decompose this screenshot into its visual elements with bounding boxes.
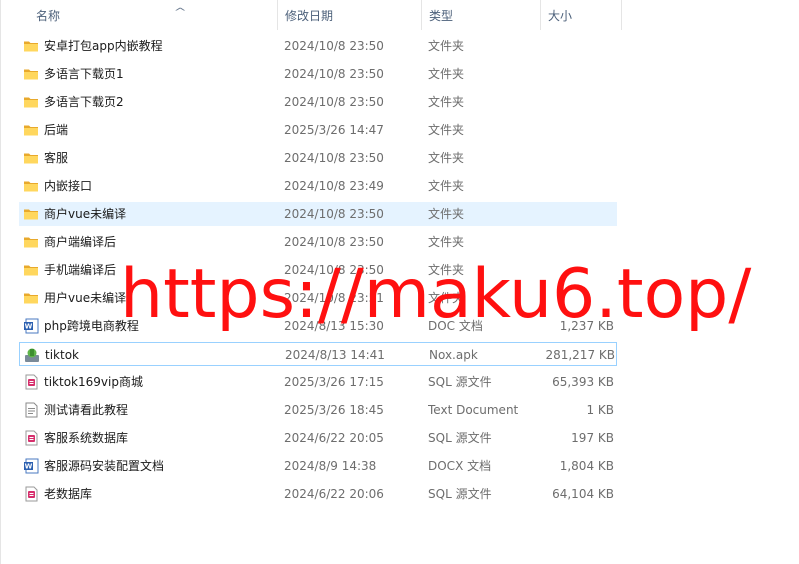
file-size: 65,393 KB <box>552 375 614 389</box>
file-row[interactable]: 手机端编译后 2024/10/8 23:50 文件夹 <box>19 258 617 282</box>
file-size: 64,104 KB <box>552 487 614 501</box>
file-modified-date: 2024/10/8 23:50 <box>284 151 384 165</box>
file-row[interactable]: 客服 2024/10/8 23:50 文件夹 <box>19 146 617 170</box>
folder-icon <box>23 66 39 82</box>
file-modified-date: 2024/10/8 23:50 <box>284 39 384 53</box>
column-header-type-label: 类型 <box>429 9 454 23</box>
file-modified-date: 2024/10/8 23:49 <box>284 179 384 193</box>
file-name: 客服 <box>44 151 69 165</box>
sql-file-icon <box>23 430 39 446</box>
file-size: 1,804 KB <box>559 459 614 473</box>
column-header-name[interactable]: 名称 ^ <box>28 0 278 30</box>
file-name: tiktok169vip商城 <box>44 375 143 389</box>
column-header-name-label: 名称 <box>36 9 61 23</box>
folder-icon <box>23 38 39 54</box>
column-header-bar: 名称 ^ 修改日期 类型 大小 <box>0 0 622 30</box>
file-name: php跨境电商教程 <box>44 319 139 333</box>
file-name: 手机端编译后 <box>44 263 117 277</box>
column-header-date[interactable]: 修改日期 <box>277 0 422 30</box>
file-name: 多语言下载页1 <box>44 67 124 81</box>
file-row[interactable]: W php跨境电商教程 2024/8/13 15:30 DOC 文档 1,237 KB <box>19 314 617 338</box>
file-modified-date: 2025/3/26 18:45 <box>284 403 384 417</box>
word-doc-icon: W <box>23 318 39 334</box>
folder-icon <box>23 150 39 166</box>
sql-file-icon <box>23 374 39 390</box>
folder-icon <box>23 94 39 110</box>
column-header-date-label: 修改日期 <box>285 9 334 23</box>
file-size <box>529 258 614 282</box>
file-row[interactable]: 商户vue未编译 2024/10/8 23:50 文件夹 <box>19 202 617 226</box>
folder-icon <box>23 234 39 250</box>
file-modified-date: 2025/3/26 17:15 <box>284 375 384 389</box>
file-size <box>529 90 614 114</box>
apk-icon <box>24 347 40 363</box>
file-name: 商户端编译后 <box>44 235 117 249</box>
file-name: 内嵌接口 <box>44 179 93 193</box>
file-row[interactable]: 测试请看此教程 2025/3/26 18:45 Text Document 1 KB <box>19 398 617 422</box>
folder-icon <box>23 262 39 278</box>
file-row[interactable]: tiktok 2024/8/13 14:41 Nox.apk 281,217 KB <box>19 342 617 366</box>
file-size <box>529 286 614 310</box>
column-header-size[interactable]: 大小 <box>540 0 622 30</box>
column-header-size-label: 大小 <box>548 9 573 23</box>
folder-icon <box>23 290 39 306</box>
file-size <box>529 118 614 142</box>
file-name: 客服系统数据库 <box>44 431 129 445</box>
column-header-type[interactable]: 类型 <box>421 0 541 30</box>
file-size <box>529 146 614 170</box>
file-name: tiktok <box>45 348 79 362</box>
folder-icon <box>23 206 39 222</box>
file-modified-date: 2024/10/8 23:50 <box>284 67 384 81</box>
file-row[interactable]: W 客服源码安装配置文档 2024/8/9 14:38 DOCX 文档 1,804 K… <box>19 454 617 478</box>
file-modified-date: 2024/10/8 23:50 <box>284 207 384 221</box>
file-name: 客服源码安装配置文档 <box>44 459 165 473</box>
file-size: 1,237 KB <box>559 319 614 333</box>
sql-file-icon <box>23 486 39 502</box>
folder-icon <box>23 178 39 194</box>
file-size: 197 KB <box>571 431 614 445</box>
file-row[interactable]: tiktok169vip商城 2025/3/26 17:15 SQL 源文件 65,3… <box>19 370 617 394</box>
file-size <box>529 174 614 198</box>
file-modified-date: 2024/10/8 23:51 <box>284 291 384 305</box>
file-size <box>529 62 614 86</box>
file-name: 多语言下载页2 <box>44 95 124 109</box>
file-row[interactable]: 内嵌接口 2024/10/8 23:49 文件夹 <box>19 174 617 198</box>
file-modified-date: 2024/8/13 14:41 <box>285 348 385 362</box>
svg-text:W: W <box>25 463 33 471</box>
file-modified-date: 2025/3/26 14:47 <box>284 123 384 137</box>
sort-ascending-icon: ^ <box>173 7 187 18</box>
file-row[interactable]: 多语言下载页2 2024/10/8 23:50 文件夹 <box>19 90 617 114</box>
file-modified-date: 2024/8/13 15:30 <box>284 319 384 333</box>
file-modified-date: 2024/8/9 14:38 <box>284 459 377 473</box>
file-name: 安卓打包app内嵌教程 <box>44 39 163 53</box>
text-file-icon <box>23 402 39 418</box>
file-size: 281,217 KB <box>545 348 615 362</box>
file-name: 测试请看此教程 <box>44 403 129 417</box>
file-row[interactable]: 后端 2025/3/26 14:47 文件夹 <box>19 118 617 142</box>
file-size <box>529 230 614 254</box>
file-row[interactable]: 安卓打包app内嵌教程 2024/10/8 23:50 文件夹 <box>19 34 617 58</box>
file-row[interactable]: 客服系统数据库 2024/6/22 20:05 SQL 源文件 197 KB <box>19 426 617 450</box>
file-row[interactable]: 老数据库 2024/6/22 20:06 SQL 源文件 64,104 KB <box>19 482 617 506</box>
file-size <box>529 34 614 58</box>
svg-text:W: W <box>25 323 33 331</box>
folder-icon <box>23 122 39 138</box>
file-name: 用户vue未编译 <box>44 291 127 305</box>
window-left-border <box>0 0 1 564</box>
file-row[interactable]: 多语言下载页1 2024/10/8 23:50 文件夹 <box>19 62 617 86</box>
file-row[interactable]: 用户vue未编译 2024/10/8 23:51 文件夹 <box>19 286 617 310</box>
file-modified-date: 2024/10/8 23:50 <box>284 95 384 109</box>
file-name: 后端 <box>44 123 69 137</box>
file-size <box>529 202 614 226</box>
word-doc-icon: W <box>23 458 39 474</box>
file-modified-date: 2024/10/8 23:50 <box>284 263 384 277</box>
file-modified-date: 2024/6/22 20:05 <box>284 431 384 445</box>
file-name: 商户vue未编译 <box>44 207 127 221</box>
file-size: 1 KB <box>586 403 614 417</box>
file-modified-date: 2024/10/8 23:50 <box>284 235 384 249</box>
file-name: 老数据库 <box>44 487 93 501</box>
file-row[interactable]: 商户端编译后 2024/10/8 23:50 文件夹 <box>19 230 617 254</box>
column-divider[interactable] <box>621 0 622 30</box>
file-modified-date: 2024/6/22 20:06 <box>284 487 384 501</box>
